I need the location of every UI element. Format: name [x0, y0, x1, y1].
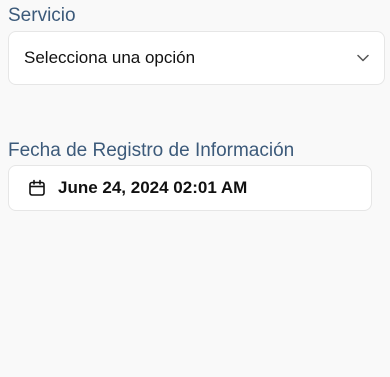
fecha-registro-value: June 24, 2024 02:01 AM: [58, 178, 248, 197]
servicio-label: Servicio: [8, 5, 76, 26]
calendar-icon: [28, 179, 46, 197]
servicio-selected-value: Selecciona una opción: [24, 48, 196, 67]
chevron-down-icon: [356, 51, 370, 65]
fecha-registro-input[interactable]: June 24, 2024 02:01 AM: [8, 165, 372, 211]
servicio-select[interactable]: Selecciona una opción: [8, 31, 385, 85]
fecha-registro-label: Fecha de Registro de Información: [8, 140, 295, 161]
